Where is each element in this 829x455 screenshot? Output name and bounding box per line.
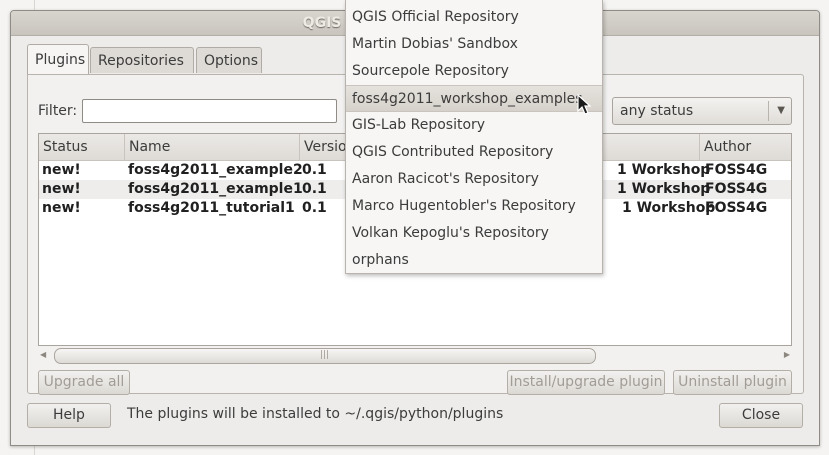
filter-input[interactable]	[82, 99, 337, 123]
scroll-left-icon[interactable]: ◀	[40, 350, 46, 359]
upgrade-all-button[interactable]: Upgrade all	[38, 370, 130, 395]
column-header-author[interactable]: Author	[700, 134, 791, 160]
cell-version: 0.1	[302, 200, 327, 216]
dropdown-item[interactable]: Martin Dobias' Sandbox	[346, 31, 602, 58]
cell-author: FOSS4G	[705, 162, 768, 178]
dropdown-item[interactable]: Volkan Kepoglu's Repository	[346, 220, 602, 247]
tab-plugins[interactable]: Plugins	[27, 44, 89, 74]
cell-author: FOSS4G	[705, 200, 768, 216]
cell-description: 1 Workshop	[617, 181, 711, 197]
cell-status: new!	[42, 162, 81, 178]
repository-dropdown-list[interactable]: QGIS Official Repository Martin Dobias' …	[345, 0, 603, 274]
cell-author: FOSS4G	[705, 181, 768, 197]
column-header-version[interactable]: Version	[300, 134, 355, 160]
combo-separator	[768, 101, 769, 121]
install-path-text: The plugins will be installed to ~/.qgis…	[127, 406, 504, 422]
tab-repositories[interactable]: Repositories	[90, 47, 194, 73]
scrollbar-thumb[interactable]: |||	[54, 348, 596, 364]
cell-description: 1 Workshop	[617, 162, 711, 178]
tab-options[interactable]: Options	[196, 47, 262, 73]
filter-label: Filter:	[38, 103, 78, 119]
dropdown-item[interactable]: GIS-Lab Repository	[346, 112, 602, 139]
cell-name: foss4g2011_example1	[128, 181, 303, 197]
dropdown-item[interactable]: Sourcepole Repository	[346, 58, 602, 85]
dropdown-item[interactable]: Marco Hugentobler's Repository	[346, 193, 602, 220]
dropdown-item[interactable]: QGIS Official Repository	[346, 4, 602, 31]
dropdown-item[interactable]: Aaron Racicot's Repository	[346, 166, 602, 193]
cell-name: foss4g2011_example2	[128, 162, 303, 178]
dropdown-item-highlighted[interactable]: foss4g2011_workshop_examples	[346, 85, 602, 112]
column-header-status[interactable]: Status	[39, 134, 125, 160]
help-button[interactable]: Help	[27, 403, 111, 428]
cell-version: 0.1	[302, 162, 327, 178]
close-button[interactable]: Close	[719, 403, 803, 428]
status-filter-combo[interactable]: any status ▼	[612, 97, 792, 125]
scroll-right-icon[interactable]: ▶	[784, 350, 790, 359]
status-combo-value: any status	[620, 103, 694, 119]
mouse-pointer-icon	[577, 94, 592, 115]
grip-icon: |||	[320, 350, 330, 360]
cell-description: 1 Workshop	[622, 200, 716, 216]
cell-name: foss4g2011_tutorial1	[128, 200, 295, 216]
dropdown-item[interactable]: QGIS Contributed Repository	[346, 139, 602, 166]
cell-version: 0.1	[302, 181, 327, 197]
dropdown-item[interactable]: orphans	[346, 247, 602, 274]
uninstall-plugin-button[interactable]: Uninstall plugin	[673, 370, 792, 395]
horizontal-scrollbar[interactable]: ◀ ||| ▶	[38, 348, 792, 364]
install-upgrade-plugin-button[interactable]: Install/upgrade plugin	[507, 370, 665, 395]
chevron-down-icon: ▼	[777, 105, 785, 116]
cell-status: new!	[42, 181, 81, 197]
cell-status: new!	[42, 200, 81, 216]
column-header-name[interactable]: Name	[125, 134, 300, 160]
